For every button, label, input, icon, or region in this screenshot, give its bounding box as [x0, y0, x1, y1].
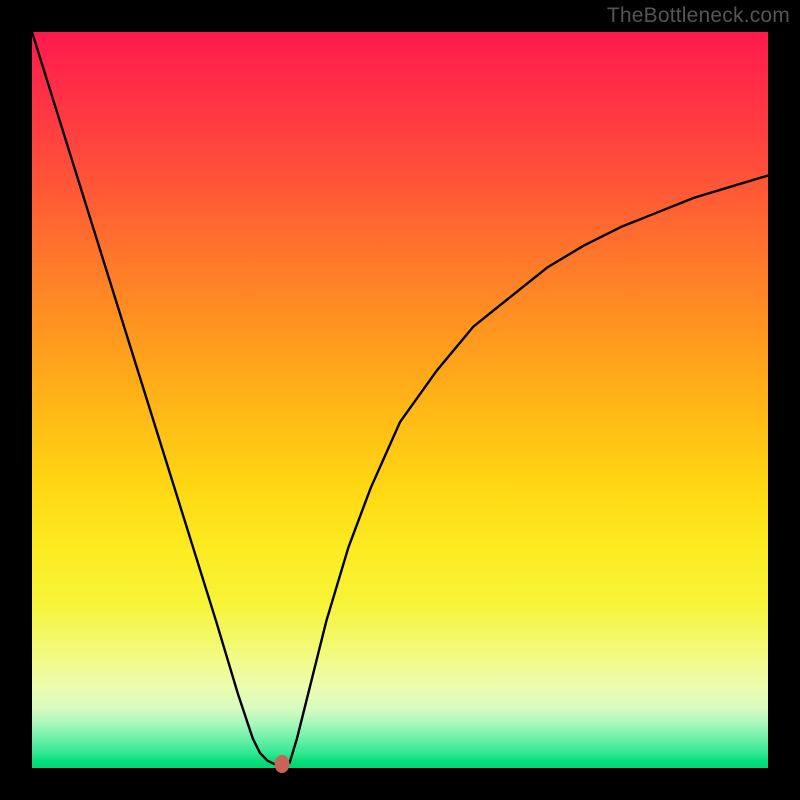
watermark-text: TheBottleneck.com — [607, 4, 790, 28]
chart-frame: TheBottleneck.com — [0, 0, 800, 800]
optimum-marker — [275, 755, 290, 773]
plot-area — [32, 32, 768, 768]
curve-svg — [32, 32, 768, 768]
bottleneck-curve — [32, 32, 768, 764]
